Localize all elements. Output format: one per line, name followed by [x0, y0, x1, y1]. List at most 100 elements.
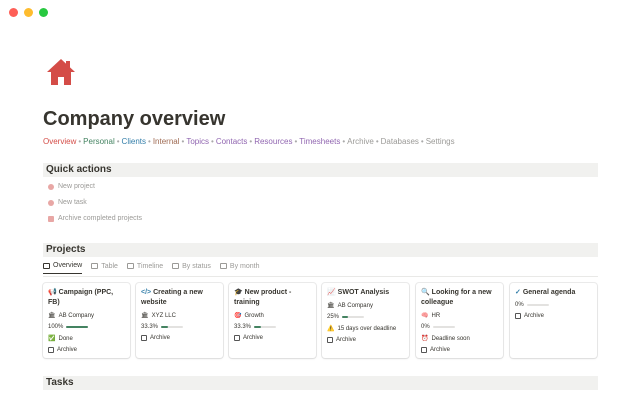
checkbox[interactable]	[141, 335, 147, 341]
title-text: New product - training	[234, 289, 292, 306]
nav-link-internal[interactable]: Internal	[153, 137, 180, 146]
status-text: 15 days over deadline	[337, 325, 397, 332]
checkbox[interactable]	[421, 347, 427, 353]
tag: 🏛 AB Company	[48, 312, 125, 320]
window-controls	[9, 8, 48, 17]
tag-text: AB Company	[58, 312, 94, 319]
project-card[interactable]: 🔍 Looking for a new colleague 🧠 HR 0% ⏰ Deadl…	[416, 283, 503, 358]
tag: 🏛 XYZ LLC	[141, 312, 218, 320]
card-title: 🎓 New product - training	[234, 288, 311, 308]
checkbox[interactable]	[234, 335, 240, 341]
project-card[interactable]: </> Creating a new website 🏛 XYZ LLC 33.3% A…	[136, 283, 223, 358]
separator: •	[116, 137, 120, 146]
tab-overview[interactable]: Overview	[43, 262, 83, 274]
nav-link-topics[interactable]: Topics	[186, 137, 209, 146]
tab-label: Overview	[53, 262, 83, 269]
card-title: ✓ General agenda	[515, 288, 592, 298]
archive-label: Archive	[243, 335, 264, 341]
nav-link-personal[interactable]: Personal	[83, 137, 115, 146]
separator: •	[342, 137, 346, 146]
tag-text: Growth	[244, 312, 264, 319]
project-icon: 📢	[48, 289, 57, 296]
archive-checkbox[interactable]: Archive	[234, 335, 311, 341]
close-button[interactable]	[9, 8, 18, 17]
progress-label: 25%	[327, 314, 340, 320]
progress-label: 33.3%	[141, 324, 159, 330]
view-tabs: Overview Table Timeline By status By month	[43, 262, 260, 274]
card-title: 📈 SWOT Analysis	[327, 288, 404, 298]
tab-table[interactable]: Table	[91, 262, 118, 274]
project-card[interactable]: ✓ General agenda 0% Archive	[510, 283, 597, 358]
project-icon: 🔍	[421, 289, 430, 296]
status-text: Deadline soon	[431, 335, 470, 342]
checkbox[interactable]	[515, 313, 521, 319]
nav-link-databases[interactable]: Databases	[381, 137, 419, 146]
checkbox[interactable]	[327, 337, 333, 343]
new-task-button[interactable]: New task	[48, 199, 87, 206]
nav-link-resources[interactable]: Resources	[254, 137, 292, 146]
archive-icon	[48, 215, 54, 222]
tab-timeline[interactable]: Timeline	[126, 262, 164, 274]
tag: 🧠 HR	[421, 312, 498, 320]
nav-link-clients[interactable]: Clients	[122, 137, 146, 146]
tab-label: By status	[182, 262, 211, 270]
tab-label: By month	[229, 262, 260, 270]
archive-completed-button[interactable]: Archive completed projects	[48, 215, 142, 222]
progress: 33.3%	[234, 324, 311, 330]
check-icon	[48, 199, 54, 206]
tab-label: Timeline	[136, 262, 164, 270]
label: New task	[58, 199, 87, 206]
minimize-button[interactable]	[24, 8, 33, 17]
archive-label: Archive	[430, 347, 451, 353]
tag: 🎯 Growth	[234, 312, 311, 320]
separator: •	[375, 137, 379, 146]
new-project-button[interactable]: New project	[48, 183, 95, 190]
zoom-button[interactable]	[39, 8, 48, 17]
progress-bar	[254, 326, 277, 328]
nav-link-overview[interactable]: Overview	[43, 137, 76, 146]
timeline-icon	[126, 263, 134, 269]
archive-label: Archive	[524, 313, 545, 319]
project-icon: 📈	[327, 289, 336, 296]
status-icon: ⏰	[421, 336, 429, 342]
separator: •	[148, 137, 151, 146]
nav-links: Overview • Personal • Clients • Internal • Topic…	[43, 137, 455, 146]
progress-bar	[66, 326, 89, 328]
archive-checkbox[interactable]: Archive	[421, 347, 498, 353]
tab-by-status[interactable]: By status	[172, 262, 211, 274]
progress: 0%	[515, 302, 592, 308]
board-icon	[172, 263, 180, 269]
progress-bar	[432, 326, 455, 328]
archive-checkbox[interactable]: Archive	[48, 347, 125, 353]
nav-link-contacts[interactable]: Contacts	[216, 137, 248, 146]
tag-text: XYZ LLC	[151, 312, 176, 319]
divider	[43, 276, 598, 277]
label: Archive completed projects	[58, 215, 143, 222]
nav-link-settings[interactable]: Settings	[426, 137, 455, 146]
project-card[interactable]: 📢 Campaign (PPC, FB) 🏛 AB Company 100% ✅ Done…	[43, 283, 130, 358]
progress-label: 0%	[515, 302, 524, 308]
quick-actions-header: Quick actions	[43, 163, 598, 177]
archive-checkbox[interactable]: Archive	[141, 335, 218, 341]
project-card[interactable]: 🎓 New product - training 🎯 Growth 33.3% Arch…	[229, 283, 316, 358]
tag-icon: 🏛	[48, 313, 56, 319]
title-text: SWOT Analysis	[337, 289, 390, 296]
status-icon: ✅	[48, 336, 56, 342]
separator: •	[294, 137, 298, 146]
card-title: </> Creating a new website	[141, 288, 218, 308]
title-text: Creating a new website	[141, 289, 203, 306]
tab-by-month[interactable]: By month	[219, 262, 260, 274]
separator: •	[420, 137, 424, 146]
archive-checkbox[interactable]: Archive	[515, 313, 592, 319]
project-icon: </>	[141, 289, 152, 296]
nav-link-archive[interactable]: Archive	[347, 137, 374, 146]
archive-checkbox[interactable]: Archive	[327, 337, 404, 343]
checkbox[interactable]	[48, 347, 54, 353]
archive-label: Archive	[336, 337, 357, 343]
table-icon	[91, 263, 99, 269]
archive-label: Archive	[150, 335, 171, 341]
nav-link-timesheets[interactable]: Timesheets	[299, 137, 340, 146]
tag-text: AB Company	[337, 302, 373, 309]
page-title: Company overview	[43, 108, 226, 130]
project-card[interactable]: 📈 SWOT Analysis 🏛 AB Company 25% ⚠️ 15 days o…	[322, 283, 409, 358]
